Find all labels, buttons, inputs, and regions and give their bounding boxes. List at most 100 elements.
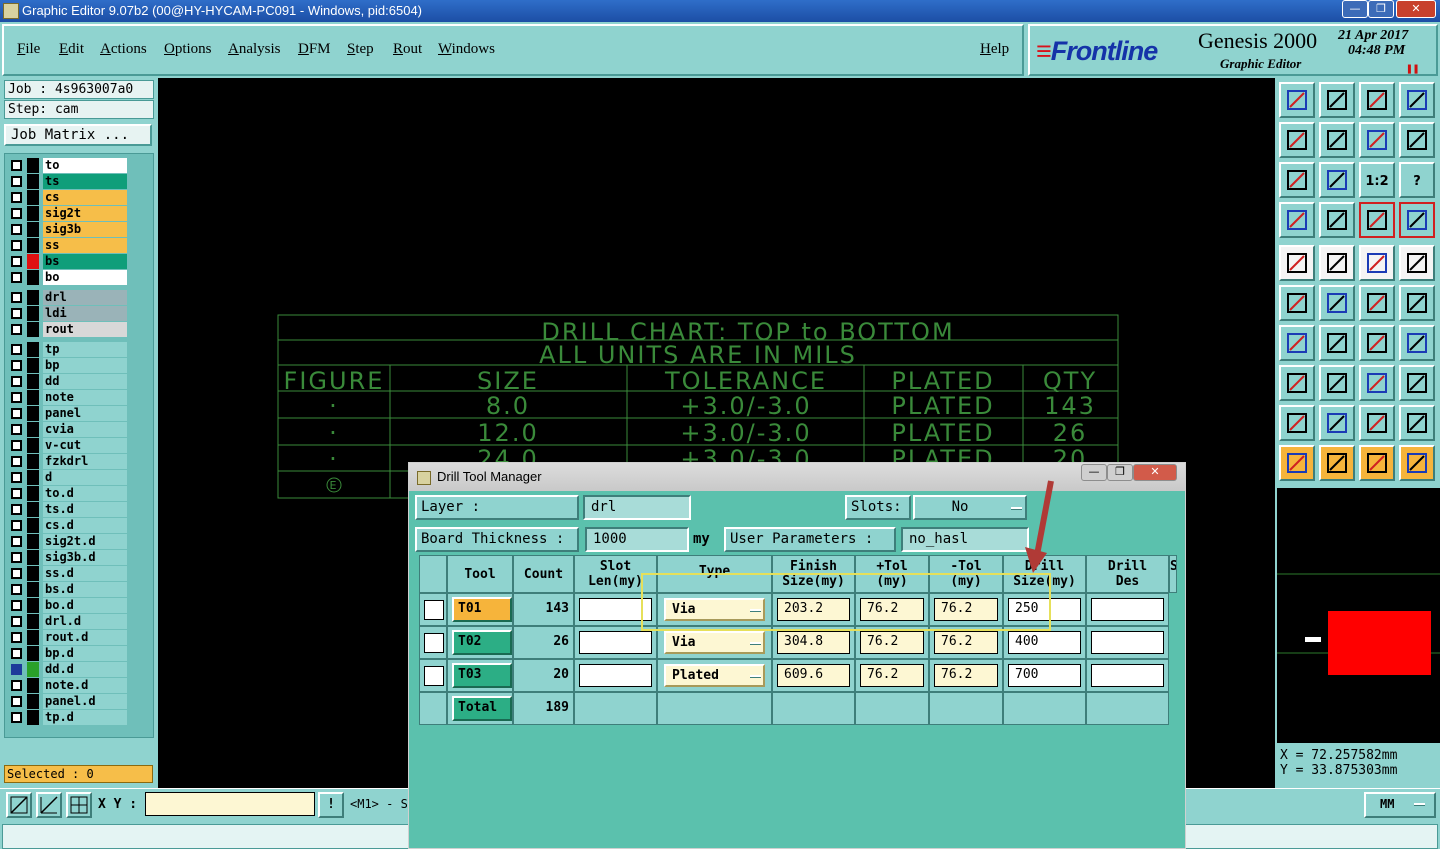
layer-row[interactable]: drl	[9, 290, 127, 305]
menu-analysis[interactable]: Analysis	[228, 41, 281, 58]
slots-select[interactable]: No	[913, 495, 1027, 520]
slot-len-input[interactable]	[579, 664, 652, 687]
layer-row[interactable]: ss	[9, 238, 127, 253]
dialog-maximize-button[interactable]: ❐	[1107, 464, 1133, 481]
layer-name[interactable]: note.d	[43, 678, 127, 693]
layer-checkbox[interactable]	[11, 568, 22, 579]
layer-checkbox[interactable]	[11, 324, 22, 335]
cross-icon[interactable]	[1319, 285, 1355, 321]
grid-view-icon[interactable]	[1319, 202, 1355, 238]
layer-checkbox[interactable]	[11, 520, 22, 531]
layer-checkbox[interactable]	[11, 344, 22, 355]
grid-icon[interactable]	[66, 792, 92, 818]
layer-name[interactable]: sig3b	[43, 222, 127, 237]
layer-row[interactable]: ldi	[9, 306, 127, 321]
triangle-icon[interactable]	[1279, 405, 1315, 441]
layer-checkbox[interactable]	[11, 376, 22, 387]
layer-row[interactable]: to.d	[9, 486, 127, 501]
layer-row[interactable]: bs	[9, 254, 127, 269]
download-icon[interactable]	[1319, 82, 1355, 118]
layer-name[interactable]: fzkdrl	[43, 454, 127, 469]
layer-field[interactable]: drl	[583, 495, 691, 520]
layer-name[interactable]: dd	[43, 374, 127, 389]
layer-row[interactable]: tp.d	[9, 710, 127, 725]
menu-file[interactable]: File	[17, 41, 40, 58]
layer-name[interactable]: ss	[43, 238, 127, 253]
maximize-button[interactable]: ❐	[1368, 0, 1394, 18]
layer-checkbox[interactable]	[11, 536, 22, 547]
layer-checkbox[interactable]	[11, 192, 22, 203]
menu-actions[interactable]: Actions	[100, 41, 147, 58]
menu-edit[interactable]: Edit	[59, 41, 84, 58]
type-select[interactable]: Via	[664, 631, 765, 654]
layer-checkbox[interactable]	[11, 504, 22, 515]
layer-name[interactable]: sig2t.d	[43, 534, 127, 549]
layer-name[interactable]: panel	[43, 406, 127, 421]
dot-icon[interactable]	[1399, 245, 1435, 281]
layer-row[interactable]: bo.d	[9, 598, 127, 613]
finish-size-input[interactable]: 304.8	[777, 631, 850, 654]
board-thickness-field[interactable]: 1000	[585, 527, 689, 552]
layer-row[interactable]: fzkdrl	[9, 454, 127, 469]
fit-icon[interactable]	[1279, 162, 1315, 198]
minus-icon[interactable]	[1319, 365, 1355, 401]
tool-button[interactable]: T02	[452, 630, 512, 655]
flip-icon[interactable]	[1399, 122, 1435, 158]
layer-checkbox[interactable]	[11, 392, 22, 403]
menu-dfm[interactable]: DFM	[298, 41, 331, 58]
drill-size-input[interactable]: 700	[1008, 664, 1081, 687]
minus-tol-input[interactable]: 76.2	[934, 664, 998, 687]
layer-checkbox[interactable]	[11, 648, 22, 659]
menu-step[interactable]: Step	[347, 41, 374, 58]
close-button[interactable]: ✕	[1396, 0, 1436, 18]
layer-name[interactable]: bs	[43, 254, 127, 269]
layer-name[interactable]: ts.d	[43, 502, 127, 517]
tool-button[interactable]: T01	[452, 597, 512, 622]
minimize-button[interactable]: —	[1342, 0, 1368, 18]
plus-tol-input[interactable]: 76.2	[860, 631, 924, 654]
layer-name[interactable]: to.d	[43, 486, 127, 501]
layer-checkbox[interactable]	[11, 272, 22, 283]
layer-checkbox[interactable]	[11, 488, 22, 499]
rotate-icon[interactable]	[1359, 325, 1395, 361]
window-icon[interactable]	[1399, 82, 1435, 118]
job-matrix-button[interactable]: Job Matrix ...	[4, 124, 152, 146]
layer-checkbox[interactable]	[11, 664, 22, 675]
layers-icon[interactable]	[1279, 202, 1315, 238]
layer-row[interactable]: sig2t.d	[9, 534, 127, 549]
layer-name[interactable]: note	[43, 390, 127, 405]
layer-checkbox[interactable]	[11, 680, 22, 691]
layer-checkbox[interactable]	[11, 360, 22, 371]
layer-row[interactable]: panel	[9, 406, 127, 421]
layer-row[interactable]: sig3b	[9, 222, 127, 237]
layer-row[interactable]: dd.d	[9, 662, 127, 677]
finish-size-input[interactable]: 609.6	[777, 664, 850, 687]
layer-checkbox[interactable]	[11, 456, 22, 467]
layer-row[interactable]: rout	[9, 322, 127, 337]
layer-name[interactable]: cs	[43, 190, 127, 205]
layer-checkbox[interactable]	[11, 616, 22, 627]
menu-rout[interactable]: Rout	[393, 41, 422, 58]
layer-row[interactable]: panel.d	[9, 694, 127, 709]
zoom-icon[interactable]	[1319, 162, 1355, 198]
angle-icon[interactable]	[1279, 325, 1315, 361]
tool-button[interactable]: T03	[452, 663, 512, 688]
snap-black-icon[interactable]	[1399, 202, 1435, 238]
ruler-icon[interactable]	[1359, 245, 1395, 281]
import-icon[interactable]	[1279, 122, 1315, 158]
layer-checkbox[interactable]	[11, 176, 22, 187]
line-edit-icon[interactable]	[1319, 245, 1355, 281]
layer-row[interactable]: sig3b.d	[9, 550, 127, 565]
user-parameters-field[interactable]: no_hasl	[901, 527, 1029, 552]
layer-name[interactable]: to	[43, 158, 127, 173]
layer-name[interactable]: cs.d	[43, 518, 127, 533]
export-icon[interactable]	[1319, 122, 1355, 158]
layer-row[interactable]: tp	[9, 342, 127, 357]
layer-checkbox[interactable]	[11, 696, 22, 707]
layer-checkbox[interactable]	[11, 240, 22, 251]
dialog-minimize-button[interactable]: —	[1081, 464, 1107, 481]
layer-checkbox[interactable]	[11, 160, 22, 171]
layer-row[interactable]: cs	[9, 190, 127, 205]
layer-row[interactable]: drl.d	[9, 614, 127, 629]
user-parameters-button[interactable]: User Parameters :	[724, 527, 896, 552]
